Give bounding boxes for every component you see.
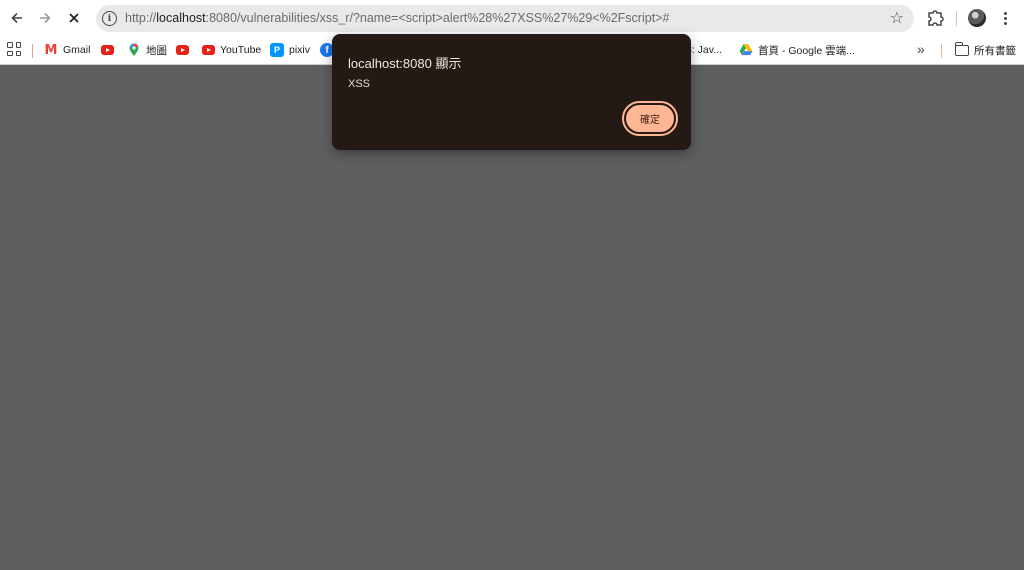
kebab-menu-icon[interactable]: [998, 8, 1012, 28]
url-prefix: http://: [125, 11, 157, 25]
back-button[interactable]: [4, 5, 30, 31]
bookmark-label: YouTube: [220, 44, 262, 56]
url-rest: :8080/vulnerabilities/xss_r/?name=<scrip…: [205, 11, 670, 25]
bookmarks-separator-2: [941, 44, 942, 58]
folder-icon: [954, 41, 969, 56]
bookmark-maps[interactable]: 地圖: [127, 40, 167, 60]
browser-toolbar: i http://localhost:8080/vulnerabilities/…: [0, 0, 1024, 37]
arrow-right-icon: [40, 12, 51, 24]
extensions-button[interactable]: [924, 6, 946, 30]
bookmark-youtube-2[interactable]: [176, 40, 189, 60]
url-host: localhost: [156, 11, 206, 25]
maps-pin-icon: [129, 43, 139, 56]
apps-grid-icon[interactable]: [7, 42, 21, 56]
bookmarks-overflow-button[interactable]: »: [917, 41, 925, 57]
bookmark-youtube-3[interactable]: YouTube: [202, 40, 261, 60]
bookmark-java[interactable]: 8: Jav...: [686, 40, 722, 60]
bookmark-label: pixiv: [289, 44, 311, 56]
profile-avatar[interactable]: [968, 9, 986, 27]
gmail-icon: M: [44, 42, 58, 58]
bookmarks-separator: [32, 44, 33, 58]
dialog-title: localhost:8080 顯示: [348, 56, 462, 71]
bookmark-google-drive[interactable]: 首頁 - Google 雲端...: [739, 40, 855, 60]
bookmark-label: 8: Jav...: [686, 44, 722, 56]
puzzle-icon: [928, 10, 944, 26]
youtube-icon: [176, 45, 189, 55]
dialog-message: XSS: [348, 78, 371, 90]
google-drive-icon: [739, 44, 753, 56]
bookmark-gmail[interactable]: M Gmail: [44, 40, 91, 60]
stop-loading-button[interactable]: [61, 5, 87, 31]
close-icon: [69, 13, 79, 23]
arrow-left-icon: [11, 12, 22, 24]
url-text[interactable]: http://localhost:8080/vulnerabilities/xs…: [125, 11, 669, 25]
info-icon[interactable]: i: [102, 11, 117, 26]
bookmark-label: 地圖: [146, 44, 167, 57]
youtube-icon: [101, 45, 114, 55]
bookmark-label: 首頁 - Google 雲端...: [758, 44, 855, 57]
all-bookmarks-label: 所有書籤: [974, 44, 1016, 57]
toolbar-divider: [956, 11, 957, 26]
ok-button[interactable]: 確定: [626, 105, 674, 132]
bookmark-youtube-1[interactable]: [101, 40, 114, 60]
forward-button[interactable]: [32, 5, 58, 31]
ok-button-focus-ring: 確定: [622, 101, 678, 136]
bookmark-pixiv[interactable]: P pixiv: [270, 40, 310, 60]
address-bar[interactable]: i http://localhost:8080/vulnerabilities/…: [96, 5, 914, 32]
alert-dialog: localhost:8080 顯示 XSS 確定: [332, 34, 691, 150]
bookmark-label: Gmail: [63, 44, 91, 56]
pixiv-icon: P: [270, 43, 284, 57]
youtube-icon: [202, 45, 215, 55]
all-bookmarks-button[interactable]: 所有書籤: [954, 40, 1016, 60]
star-icon[interactable]: ☆: [890, 8, 904, 28]
